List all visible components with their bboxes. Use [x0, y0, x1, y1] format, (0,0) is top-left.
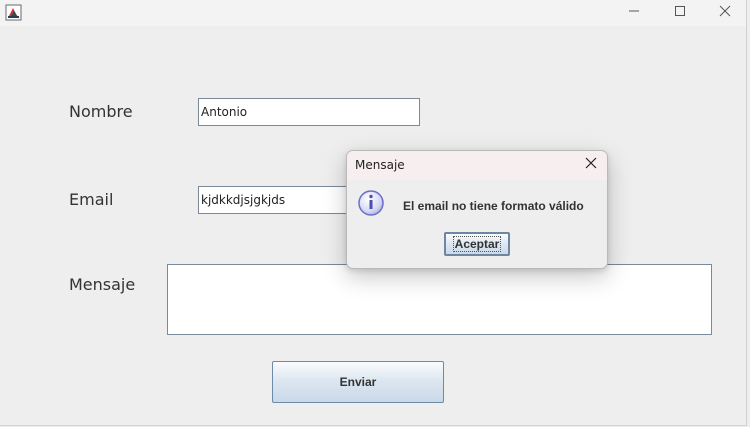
- aceptar-button[interactable]: Aceptar: [444, 232, 510, 256]
- nombre-input[interactable]: [198, 98, 420, 126]
- message-dialog: Mensaje El email no tiene formato válido…: [346, 150, 608, 269]
- minimize-button[interactable]: [611, 0, 657, 26]
- dialog-title: Mensaje: [355, 158, 405, 172]
- email-label: Email: [69, 190, 114, 209]
- close-icon: [585, 156, 597, 174]
- title-bar[interactable]: [0, 0, 746, 26]
- java-app-icon: [5, 4, 22, 21]
- aceptar-label: Aceptar: [452, 236, 502, 252]
- mensaje-textarea[interactable]: [167, 264, 712, 335]
- window-close-button[interactable]: [702, 0, 748, 26]
- maximize-icon: [674, 4, 686, 22]
- maximize-button[interactable]: [657, 0, 703, 26]
- nombre-label: Nombre: [69, 102, 133, 121]
- dialog-title-bar[interactable]: Mensaje: [347, 151, 607, 180]
- close-icon: [719, 4, 731, 22]
- dialog-message: El email no tiene formato válido: [403, 199, 584, 213]
- enviar-button[interactable]: Enviar: [272, 361, 444, 403]
- minimize-icon: [628, 4, 640, 22]
- dialog-close-button[interactable]: [581, 155, 601, 175]
- info-icon: [357, 189, 385, 217]
- mensaje-label: Mensaje: [69, 275, 136, 294]
